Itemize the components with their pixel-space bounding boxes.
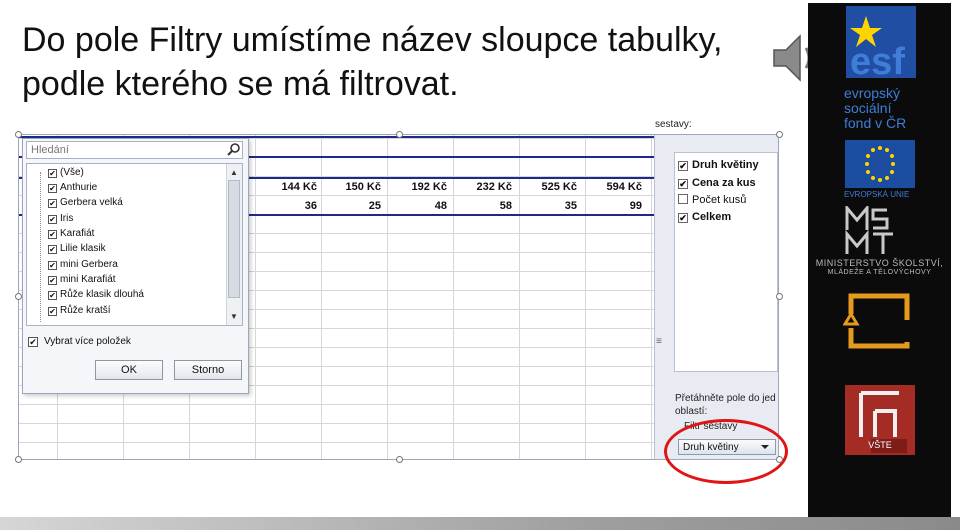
field-label: Celkem: [692, 211, 732, 223]
filter-item[interactable]: ✔ Gerbera velká: [48, 197, 123, 208]
count-cell[interactable]: 99: [580, 200, 642, 212]
esf-caption: evropský sociální fond v ČR: [844, 86, 906, 131]
eu-caption: EVROPSKÁ UNIE: [844, 190, 910, 199]
count-cell[interactable]: 35: [515, 200, 577, 212]
field-label: Počet kusů: [692, 194, 747, 206]
svg-text:esf: esf: [850, 41, 905, 78]
msmt-logo: [845, 206, 893, 254]
msmt-caption-2: MLÁDEŽE A TĚLOVÝCHOVY: [827, 269, 932, 276]
price-cell[interactable]: 525 Kč: [515, 181, 577, 193]
search-input[interactable]: Hledání: [26, 141, 243, 159]
resize-handle[interactable]: [776, 456, 783, 463]
multi-select-option[interactable]: ✔ Vybrat více položek: [28, 336, 131, 347]
filter-item[interactable]: ✔ Růže kratší: [48, 305, 111, 316]
price-cell[interactable]: 144 Kč: [255, 181, 317, 193]
filter-item-label: Lilie klasik: [60, 243, 106, 254]
resize-handle[interactable]: [396, 456, 403, 463]
pane-splitter-icon[interactable]: ≡: [656, 336, 662, 347]
esf-logo: esf: [846, 6, 916, 78]
highlight-circle: [664, 419, 788, 484]
scrollbar-thumb[interactable]: [228, 180, 240, 298]
vste-caption: VŠTE: [868, 440, 892, 450]
multi-select-label: Vybrat více položek: [44, 336, 131, 347]
count-cell[interactable]: 25: [319, 200, 381, 212]
drag-header-line1: Přetáhněte pole do jed: [675, 393, 776, 404]
esf-line1: evropský: [844, 85, 901, 101]
checkbox-checked-icon[interactable]: ✔: [48, 184, 57, 193]
resize-handle[interactable]: [776, 293, 783, 300]
count-cell[interactable]: 58: [450, 200, 512, 212]
filter-item-label: Iris: [60, 213, 74, 224]
slide-footer-bar: [0, 517, 960, 530]
checkbox-checked-icon[interactable]: ✔: [48, 169, 57, 178]
count-cell[interactable]: 48: [385, 200, 447, 212]
filter-item[interactable]: ✔ Karafiát: [48, 228, 94, 239]
filter-item-label: Růže klasik dlouhá: [60, 289, 144, 300]
filter-item[interactable]: ✔ mini Karafiát: [48, 274, 116, 285]
checkbox-checked-icon[interactable]: ✔: [48, 307, 57, 316]
resize-handle[interactable]: [15, 131, 22, 138]
filter-item-label: mini Karafiát: [60, 274, 116, 285]
checkbox-checked-icon[interactable]: ✔: [48, 276, 57, 285]
filter-item[interactable]: ✔ Lilie klasik: [48, 243, 106, 254]
scroll-up-icon[interactable]: ▲: [230, 168, 238, 177]
cancel-button[interactable]: Storno: [174, 360, 242, 380]
filter-item-label: (Vše): [60, 167, 84, 178]
checkbox-checked-icon[interactable]: ✔: [48, 230, 57, 239]
price-cell[interactable]: 192 Kč: [385, 181, 447, 193]
checkbox-checked-icon[interactable]: ✔: [678, 213, 688, 223]
filter-item-label: Gerbera velká: [60, 197, 123, 208]
ok-button[interactable]: OK: [95, 360, 163, 380]
checkbox-checked-icon[interactable]: ✔: [678, 161, 688, 171]
filter-item[interactable]: ✔ mini Gerbera: [48, 259, 118, 270]
filter-item[interactable]: ✔ Iris: [48, 213, 73, 224]
resize-handle[interactable]: [776, 131, 783, 138]
field-checkbox-pocet[interactable]: Počet kusů: [678, 194, 746, 206]
filter-item[interactable]: ✔ Růže klasik dlouhá: [48, 289, 144, 300]
slide-title: Do pole Filtry umístíme název sloupce ta…: [22, 21, 723, 103]
filter-item[interactable]: ✔ Anthurie: [48, 182, 97, 193]
count-cell[interactable]: 36: [255, 200, 317, 212]
price-cell[interactable]: 594 Kč: [580, 181, 642, 193]
resize-handle[interactable]: [396, 131, 403, 138]
drag-header-line2: oblastí:: [675, 406, 708, 417]
checkbox-checked-icon[interactable]: ✔: [48, 199, 57, 208]
filter-item-label: Anthurie: [60, 182, 98, 193]
checkbox-checked-icon[interactable]: ✔: [48, 245, 57, 254]
eu-flag-icon: [845, 140, 915, 188]
resize-handle[interactable]: [15, 456, 22, 463]
checkbox-checked-icon[interactable]: ✔: [48, 261, 57, 270]
drag-areas-header: Přetáhněte pole do jed oblastí:: [675, 392, 781, 418]
field-checkbox-celkem[interactable]: ✔ Celkem: [678, 211, 731, 223]
field-label: Druh květiny: [692, 159, 759, 171]
tree-connector: [40, 172, 41, 322]
search-icon[interactable]: [227, 142, 241, 156]
filter-item-label: mini Gerbera: [60, 259, 118, 270]
filter-item[interactable]: ✔ (Vše): [48, 167, 84, 178]
checkbox-checked-icon[interactable]: ✔: [678, 179, 688, 189]
filter-item-label: Karafiát: [60, 228, 95, 239]
price-cell[interactable]: 232 Kč: [450, 181, 512, 193]
checkbox-empty-icon[interactable]: [678, 194, 688, 204]
esf-line3: fond v ČR: [844, 115, 907, 131]
esf-line2: sociální: [844, 100, 892, 116]
op-logo: [843, 293, 915, 349]
field-label: Cena za kus: [692, 177, 756, 189]
checkbox-checked-icon[interactable]: ✔: [48, 215, 57, 224]
checkbox-checked-icon[interactable]: ✔: [28, 337, 38, 347]
price-cell[interactable]: 150 Kč: [319, 181, 381, 193]
field-checkbox-druh[interactable]: ✔ Druh květiny: [678, 159, 759, 171]
checkbox-checked-icon[interactable]: ✔: [48, 291, 57, 300]
msmt-caption-1: MINISTERSTVO ŠKOLSTVÍ,: [815, 258, 944, 268]
filter-item-label: Růže kratší: [60, 305, 111, 316]
resize-handle[interactable]: [15, 293, 22, 300]
field-list-header: sestavy:: [655, 119, 692, 130]
scroll-down-icon[interactable]: ▼: [230, 312, 238, 321]
field-checkbox-cena[interactable]: ✔ Cena za kus: [678, 177, 756, 189]
